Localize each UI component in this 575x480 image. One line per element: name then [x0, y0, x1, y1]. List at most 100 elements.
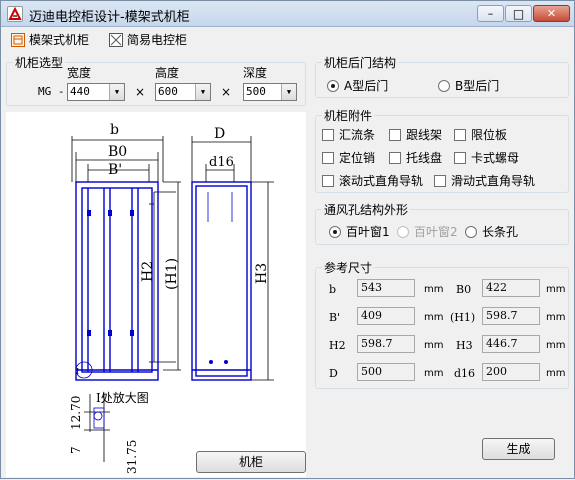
- vent-option-louver2[interactable]: 百叶窗2: [397, 223, 458, 240]
- title-bar: 迈迪电控柜设计-模架式机柜 – □ ✕: [1, 1, 574, 27]
- radio-label: 百叶窗2: [414, 225, 458, 239]
- accessory-limit-plate[interactable]: 限位板: [454, 126, 507, 143]
- ref-value-b0: 422: [482, 279, 540, 297]
- checkbox-icon: [322, 151, 334, 164]
- height-label: 高度: [155, 66, 180, 80]
- ref-unit: mm: [546, 284, 566, 295]
- ref-value-d: 500: [357, 363, 415, 381]
- checkbox-label: 定位销: [339, 151, 376, 165]
- dim-label-d: D: [214, 126, 225, 142]
- accessory-locating-pin[interactable]: 定位销: [322, 149, 375, 166]
- radio-checked-icon: [327, 79, 339, 92]
- ref-value-b: 543: [357, 279, 415, 297]
- ref-value-h3: 446.7: [482, 335, 540, 353]
- cabinet-icon: [11, 32, 25, 47]
- app-logo-icon: [7, 6, 23, 22]
- dim-label-h1: (H1): [164, 258, 180, 290]
- detail-title: I处放大图: [96, 390, 149, 405]
- ref-unit: mm: [546, 368, 566, 379]
- ref-value-d16: 200: [482, 363, 540, 381]
- ref-value-bprime: 409: [357, 307, 415, 325]
- accessory-rolling-rail[interactable]: 滚动式直角导轨: [322, 172, 423, 189]
- ref-label-h3: H3: [456, 339, 473, 352]
- multiply-sign: ×: [135, 85, 146, 99]
- menu-item-simple-cabinet[interactable]: 简易电控柜: [109, 31, 187, 48]
- accessory-sliding-rail[interactable]: 滑动式直角导轨: [434, 172, 535, 189]
- radio-unchecked-icon: [465, 225, 477, 238]
- cabinet-drawing: b B0 B' D d16 I I处放大图 H2 (H1) H3 12.70 7…: [6, 112, 306, 477]
- checkbox-icon: [322, 128, 334, 141]
- group-title: 机柜附件: [324, 109, 373, 123]
- ref-unit: mm: [546, 340, 566, 351]
- dim-label-d16: d16: [209, 155, 234, 170]
- close-button[interactable]: ✕: [533, 5, 570, 22]
- radio-label: A型后门: [344, 79, 389, 93]
- detail-marker-i: I: [76, 367, 79, 376]
- width-value: 440: [70, 85, 90, 98]
- dim-label-bprime: B': [108, 162, 122, 178]
- depth-value: 500: [246, 85, 266, 98]
- ref-label-d16: d16: [454, 367, 476, 380]
- radio-label: 百叶窗1: [346, 225, 390, 239]
- width-select[interactable]: 440 ▼: [67, 83, 125, 101]
- maximize-button[interactable]: □: [505, 5, 532, 22]
- generate-button[interactable]: 生成: [482, 438, 555, 460]
- ref-value-h1: 598.7: [482, 307, 540, 325]
- checkbox-icon: [322, 174, 334, 187]
- chevron-down-icon: ▼: [195, 84, 210, 100]
- ref-value-h2: 598.7: [357, 335, 415, 353]
- ref-unit: mm: [424, 284, 444, 295]
- depth-select[interactable]: 500 ▼: [243, 83, 297, 101]
- dim-label-1270: 12.70: [69, 396, 83, 430]
- ref-unit: mm: [424, 368, 444, 379]
- checkbox-label: 卡式螺母: [471, 151, 520, 165]
- checkbox-icon: [434, 174, 446, 187]
- group-title: 通风孔结构外形: [324, 203, 409, 217]
- accessory-cable-tray[interactable]: 托线盘: [389, 149, 442, 166]
- dim-label-h2: H2: [140, 261, 156, 282]
- checkbox-label: 滑动式直角导轨: [451, 174, 536, 188]
- accessory-busbar[interactable]: 汇流条: [322, 126, 375, 143]
- width-label: 宽度: [67, 66, 92, 80]
- cabinet-drawing-svg: b B0 B' D d16 I I处放大图 H2 (H1) H3 12.70 7…: [69, 122, 274, 474]
- ref-label-bprime: B': [329, 311, 341, 324]
- window-title: 迈迪电控柜设计-模架式机柜: [29, 10, 190, 25]
- menu-item-label: 简易电控柜: [127, 33, 188, 47]
- checkbox-label: 限位板: [471, 128, 508, 142]
- dim-label-3175: 31.75: [125, 440, 139, 474]
- dim-label-b0: B0: [108, 144, 127, 160]
- maximize-icon: □: [512, 6, 525, 21]
- radio-disabled-icon: [397, 225, 409, 238]
- vent-option-slot[interactable]: 长条孔: [465, 223, 518, 240]
- ref-label-b: b: [329, 283, 337, 296]
- checkbox-icon: [454, 151, 466, 164]
- group-title: 机柜后门结构: [324, 56, 397, 70]
- menu-bar: 模架式机柜 简易电控柜: [1, 28, 574, 50]
- simple-box-icon: [109, 32, 123, 47]
- menu-item-label: 模架式机柜: [29, 33, 90, 47]
- rear-door-option-b[interactable]: B型后门: [438, 77, 499, 94]
- minimize-icon: –: [487, 7, 494, 20]
- model-prefix: MG -: [38, 85, 65, 98]
- checkbox-label: 汇流条: [339, 128, 376, 142]
- depth-label: 深度: [243, 66, 268, 80]
- multiply-sign: ×: [221, 85, 232, 99]
- vent-option-louver1[interactable]: 百叶窗1: [329, 223, 390, 240]
- chevron-down-icon: ▼: [281, 84, 296, 100]
- ref-label-d: D: [329, 367, 338, 380]
- checkbox-label: 跟线架: [406, 128, 443, 142]
- rear-door-option-a[interactable]: A型后门: [327, 77, 388, 94]
- dim-label-h3: H3: [254, 263, 270, 284]
- ref-unit: mm: [546, 312, 566, 323]
- menu-item-frame-cabinet[interactable]: 模架式机柜: [11, 31, 89, 48]
- accessory-clip-nut[interactable]: 卡式螺母: [454, 149, 519, 166]
- checkbox-icon: [389, 151, 401, 164]
- ref-label-b0: B0: [456, 283, 472, 296]
- accessory-cable-rack[interactable]: 跟线架: [389, 126, 442, 143]
- cabinet-button[interactable]: 机柜: [196, 451, 306, 473]
- ref-label-h1: (H1): [450, 311, 476, 324]
- height-select[interactable]: 600 ▼: [155, 83, 211, 101]
- group-title: 参考尺寸: [324, 261, 373, 275]
- group-title: 机柜选型: [15, 56, 64, 70]
- minimize-button[interactable]: –: [477, 5, 504, 22]
